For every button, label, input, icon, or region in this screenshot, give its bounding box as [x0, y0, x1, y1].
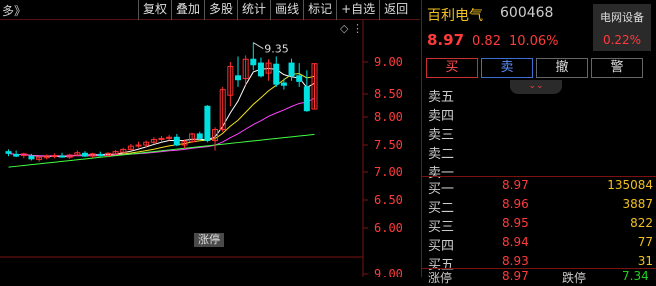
candle-body — [196, 133, 203, 139]
ask-row: 卖二 — [422, 141, 656, 162]
stock-name[interactable]: 百利电气 — [427, 5, 483, 25]
candle-body — [97, 153, 104, 157]
y-axis-label: 7.50 — [374, 138, 403, 152]
chart-toolbar: 多》 复权 叠加 多股 统计 画线 标记 +自选 返回 — [0, 0, 420, 20]
bid-volume: 3887 — [622, 197, 653, 211]
kline-chart[interactable]: ◇ ⋮ 9.35 9.00 8.50 8.00 7.50 7.00 6.50 6.00 9.00… — [0, 20, 420, 277]
ask-row: 卖四 — [422, 103, 656, 124]
candle-body — [303, 86, 310, 112]
candle-body — [28, 155, 35, 160]
period-selector[interactable]: 多》 — [2, 2, 26, 19]
bid-volume: 77 — [637, 235, 653, 249]
candle-body — [173, 136, 180, 146]
price-change: 0.82 — [472, 34, 501, 49]
limit-down-value: 7.34 — [622, 269, 649, 283]
alert-button[interactable]: 警 — [591, 58, 643, 78]
bid-row[interactable]: 买一 8.97 135084 — [422, 176, 656, 197]
restore-rights-button[interactable]: 复权 — [138, 0, 171, 20]
more-icon: ⋮ — [352, 22, 363, 35]
candle-body — [5, 151, 12, 154]
candle-body — [82, 152, 88, 157]
high-marker-label: 9.35 — [264, 43, 289, 56]
last-price: 8.97 — [427, 31, 465, 49]
sector-box[interactable]: 电网设备 0.22% — [593, 4, 651, 51]
trade-actions: 买 卖 撤 警 — [426, 58, 643, 78]
sell-button[interactable]: 卖 — [481, 58, 533, 78]
y-axis-label: 6.00 — [374, 221, 403, 235]
bid-price: 8.95 — [502, 216, 529, 230]
stock-code: 600468 — [500, 5, 554, 21]
candle-body — [250, 58, 257, 66]
limit-up-badge: 涨停 — [194, 233, 224, 247]
price-row: 8.97 0.82 10.06% — [427, 31, 559, 49]
bid-row[interactable]: 买三 8.95 822 — [422, 214, 656, 235]
diamond-icon: ◇ — [340, 22, 349, 35]
candle-body — [257, 62, 264, 77]
price-change-pct: 10.06% — [508, 34, 559, 49]
bid-volume: 822 — [630, 216, 653, 230]
overlay-button[interactable]: 叠加 — [171, 0, 204, 20]
bid-price: 8.96 — [502, 197, 529, 211]
bid-volume: 31 — [637, 254, 653, 268]
statistics-button[interactable]: 统计 — [237, 0, 270, 20]
sector-change-pct: 0.22% — [602, 33, 642, 47]
add-watchlist-button[interactable]: +自选 — [336, 0, 379, 20]
bid-volume: 135084 — [607, 178, 653, 192]
limit-row: 涨停 8.97 跌停 7.34 — [422, 268, 656, 285]
high-marker-line — [253, 42, 264, 50]
back-button[interactable]: 返回 — [379, 0, 412, 20]
candle-body — [280, 82, 287, 86]
sector-name: 电网设备 — [600, 11, 644, 24]
y-axis-label: 9.00 — [374, 55, 403, 69]
candle-body — [13, 153, 20, 157]
quote-header: 百利电气 600468 8.97 0.82 10.06% — [422, 0, 592, 56]
limit-up-label: 涨停 — [428, 271, 453, 285]
y-axis-label: 6.50 — [374, 193, 403, 207]
candle-body — [59, 155, 66, 158]
bid-row[interactable]: 买四 8.94 77 — [422, 233, 656, 254]
mark-button[interactable]: 标记 — [303, 0, 336, 20]
toolbar-buttons: 复权 叠加 多股 统计 画线 标记 +自选 返回 — [138, 0, 412, 20]
candle-body — [288, 62, 295, 77]
candle-body — [204, 105, 211, 142]
ask-row: 卖三 — [422, 122, 656, 143]
ask-row: 卖五 — [422, 84, 656, 105]
bid-row[interactable]: 买二 8.96 3887 — [422, 195, 656, 216]
y-axis-label: 9.00 — [374, 267, 403, 277]
quote-panel: 百利电气 600468 8.97 0.82 10.06% 电网设备 0.22% … — [421, 0, 656, 285]
bid-book: 买一 8.97 135084 买二 8.96 3887 买三 8.95 822 … — [422, 176, 656, 273]
draw-line-button[interactable]: 画线 — [270, 0, 303, 20]
limit-up-value: 8.97 — [502, 269, 529, 283]
buy-button[interactable]: 买 — [426, 58, 478, 78]
ask-book: 卖五 卖四 卖三 卖二 卖一 — [422, 84, 656, 181]
candle-body — [296, 75, 303, 82]
limit-down-label: 跌停 — [562, 271, 587, 285]
ma5-line — [8, 68, 315, 158]
bid-price: 8.93 — [502, 254, 529, 268]
bid-price: 8.94 — [502, 235, 529, 249]
y-axis-label: 8.50 — [374, 87, 403, 101]
y-axis-label: 8.00 — [374, 110, 403, 124]
cancel-order-button[interactable]: 撤 — [536, 58, 588, 78]
bid-price: 8.97 — [502, 178, 529, 192]
candle-body — [273, 63, 280, 85]
candle-body — [235, 75, 241, 81]
ma10-line — [8, 73, 315, 157]
y-axis-label: 7.00 — [374, 165, 403, 179]
multi-stock-button[interactable]: 多股 — [204, 0, 237, 20]
